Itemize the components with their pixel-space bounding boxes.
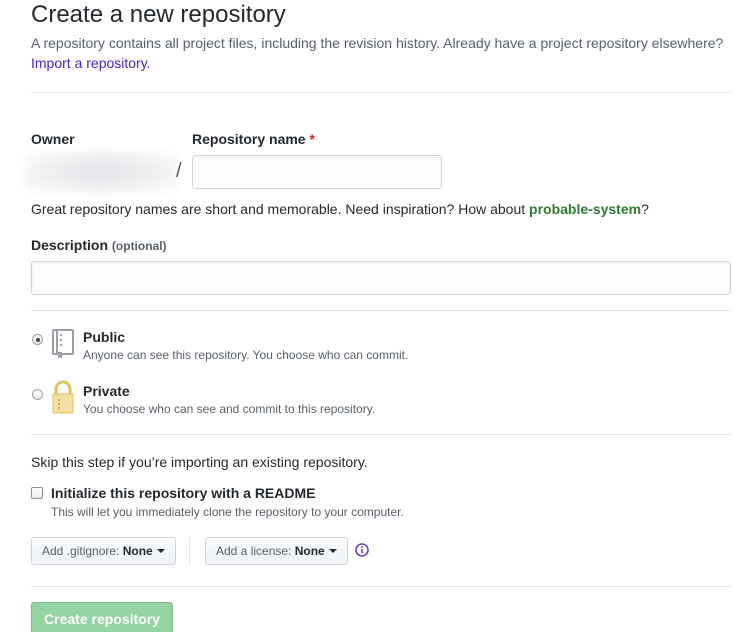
divider — [31, 92, 731, 93]
owner-repo-separator: / — [176, 160, 182, 182]
repo-name-label-text: Repository name — [192, 131, 306, 147]
gitignore-prefix: Add .gitignore: — [42, 544, 120, 558]
public-radio[interactable] — [32, 334, 43, 345]
license-prefix: Add a license: — [216, 544, 292, 558]
create-repository-button[interactable]: Create repository — [31, 602, 173, 632]
page-title: Create a new repository — [31, 1, 286, 28]
description-label: Description (optional) — [31, 236, 167, 255]
public-option-title: Public — [83, 329, 126, 345]
chevron-down-icon — [156, 548, 165, 553]
private-radio[interactable] — [32, 389, 43, 400]
repo-name-input[interactable] — [192, 155, 442, 189]
private-option-desc: You choose who can see and commit to thi… — [83, 402, 376, 416]
description-input[interactable] — [31, 261, 731, 295]
license-select[interactable]: Add a license: None — [205, 537, 348, 565]
readme-desc: This will let you immediately clone the … — [51, 505, 404, 519]
gitignore-select[interactable]: Add .gitignore: None — [31, 537, 176, 565]
owner-select[interactable] — [24, 150, 178, 194]
create-repo-page: Create a new repository A repository con… — [0, 0, 741, 632]
owner-label: Owner — [31, 131, 75, 147]
lock-icon — [50, 380, 76, 414]
divider — [31, 434, 731, 435]
private-option-title: Private — [83, 383, 130, 399]
vertical-divider — [189, 537, 190, 565]
name-suggestion-link[interactable]: probable-system — [529, 201, 641, 217]
info-icon[interactable] — [355, 543, 369, 557]
chevron-down-icon — [328, 548, 337, 553]
repo-book-icon — [50, 328, 76, 360]
skip-step-text: Skip this step if you’re importing an ex… — [31, 454, 368, 470]
optional-tag: (optional) — [111, 239, 167, 253]
readme-label: Initialize this repository with a README — [51, 485, 316, 501]
repo-name-label: Repository name * — [192, 130, 315, 148]
hint-text: Great repository names are short and mem… — [31, 201, 530, 217]
divider — [31, 586, 731, 587]
license-value: None — [294, 544, 325, 558]
readme-checkbox[interactable] — [31, 487, 43, 499]
hint-suffix: ? — [641, 201, 649, 217]
required-marker: * — [309, 131, 315, 147]
public-option-desc: Anyone can see this repository. You choo… — [83, 348, 409, 362]
description-label-text: Description — [31, 237, 109, 253]
import-repository-link[interactable]: Import a repository. — [31, 54, 151, 72]
divider — [31, 310, 731, 311]
gitignore-value: None — [122, 544, 153, 558]
page-subtitle: A repository contains all project files,… — [31, 35, 724, 51]
repo-name-hint: Great repository names are short and mem… — [31, 200, 649, 218]
